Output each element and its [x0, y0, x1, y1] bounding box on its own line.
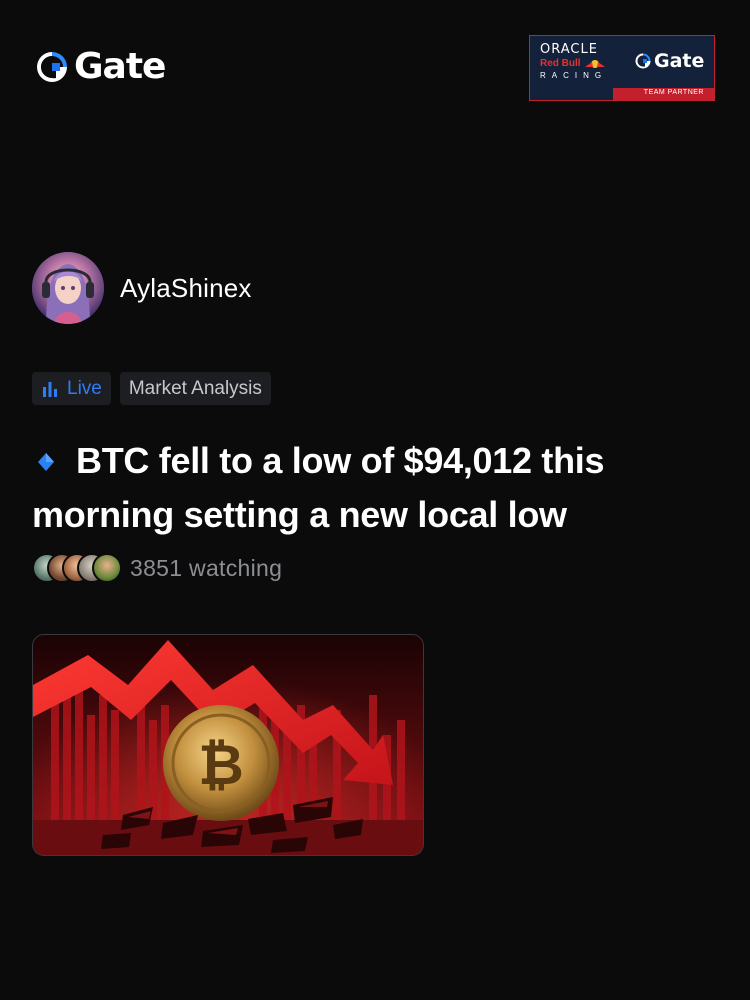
live-tag[interactable]: Live: [32, 372, 111, 405]
blue-diamond-icon: [32, 441, 76, 477]
gate-logo[interactable]: Gate: [34, 46, 166, 87]
gate-logo-text: Gate: [74, 46, 166, 87]
author-name[interactable]: AylaShinex: [120, 273, 252, 304]
bitcoin-crash-image: ₿: [33, 635, 423, 855]
watcher-avatars: [32, 553, 122, 583]
bull-icon: [584, 59, 605, 68]
oracle-red-bull-partner-badge: ORACLE Red Bull RACING Gate TEAM PARTNER: [529, 35, 715, 101]
post-thumbnail[interactable]: ₿: [32, 634, 424, 856]
post-tags: Live Market Analysis: [32, 372, 271, 405]
post-title-text: BTC fell to a low of $94,012 this mornin…: [32, 440, 605, 535]
oracle-text: ORACLE: [540, 42, 598, 57]
watching-row: 3851 watching: [32, 553, 282, 583]
avatar-illustration: [32, 252, 104, 324]
watcher-avatar: [92, 553, 122, 583]
partner-gate-logo: Gate: [634, 50, 704, 72]
watching-count: 3851 watching: [130, 554, 283, 581]
team-partner-strip: TEAM PARTNER: [530, 88, 714, 100]
svg-text:₿: ₿: [198, 733, 244, 798]
post-title[interactable]: BTC fell to a low of $94,012 this mornin…: [32, 434, 722, 542]
gate-logo-icon: [37, 51, 67, 82]
author-row[interactable]: AylaShinex: [32, 252, 252, 324]
avatar[interactable]: [32, 252, 104, 324]
gate-logo-small-icon: [635, 53, 651, 69]
racing-text: RACING: [540, 71, 608, 80]
category-tag[interactable]: Market Analysis: [119, 372, 271, 405]
bar-chart-icon: [43, 381, 57, 397]
red-bull-text: Red Bull: [540, 58, 620, 69]
category-label: Market Analysis: [128, 377, 262, 399]
live-label: Live: [67, 377, 102, 399]
